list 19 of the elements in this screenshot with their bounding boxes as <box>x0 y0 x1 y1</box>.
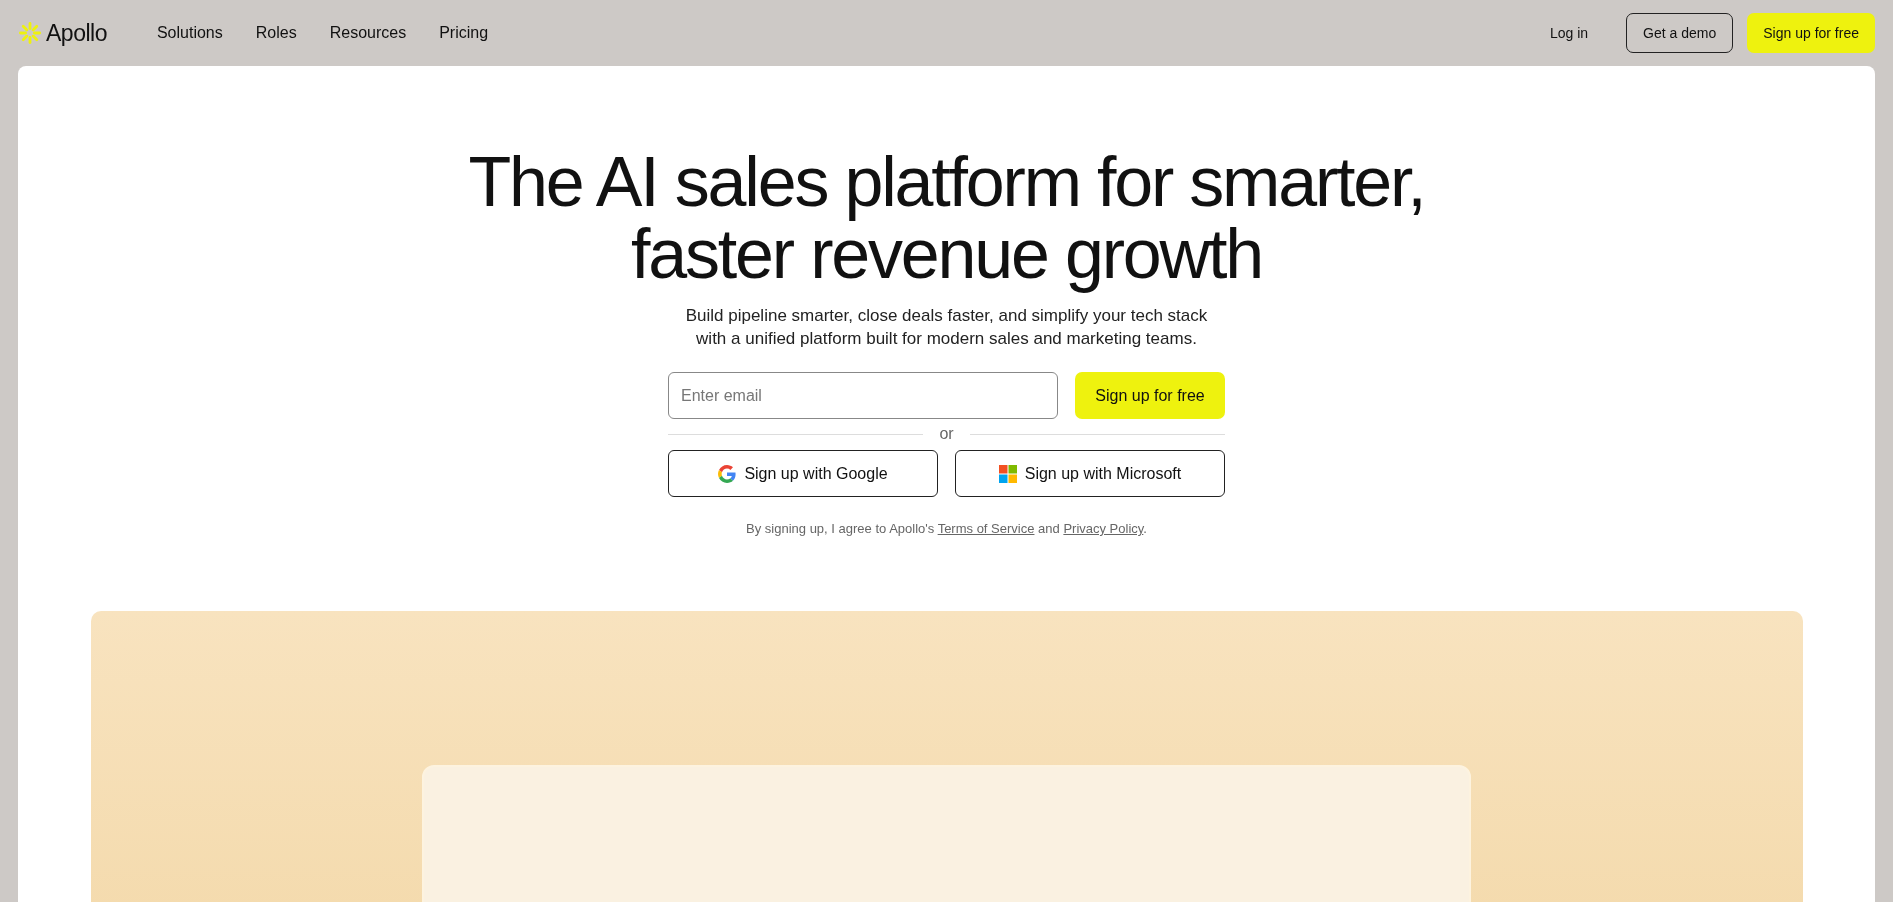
signup-button[interactable]: Sign up for free <box>1075 372 1225 419</box>
microsoft-signup-button[interactable]: Sign up with Microsoft <box>955 450 1225 497</box>
google-signup-button[interactable]: Sign up with Google <box>668 450 938 497</box>
login-link[interactable]: Log in <box>1549 25 1589 41</box>
microsoft-squares-icon <box>998 464 1017 483</box>
legal-text: By signing up, I agree to Apollo's Terms of Service and Privacy Policy. <box>745 521 1148 536</box>
nav-link[interactable]: Pricing <box>439 24 489 42</box>
or-divider-text: or <box>939 425 954 443</box>
nav-link[interactable]: Solutions <box>156 24 223 42</box>
subtitle: Build pipeline smarter, close deals faster, and simplify your tech stack with a unified platform built for modern sales and marketing teams. <box>685 305 1208 350</box>
nav-link[interactable]: Resources <box>329 24 407 42</box>
nav-link[interactable]: Roles <box>255 24 297 42</box>
terms-link[interactable]: Terms of Service <box>937 521 1035 536</box>
asterisk-logo-icon <box>18 21 42 45</box>
demo-button[interactable]: Get a demo <box>1626 13 1734 53</box>
email-field[interactable]: Enter email <box>668 372 1058 419</box>
logo-wordmark[interactable]: Apollo <box>46 19 107 47</box>
google-g-icon <box>718 464 737 483</box>
signup-button[interactable]: Sign up for free <box>1747 13 1875 53</box>
